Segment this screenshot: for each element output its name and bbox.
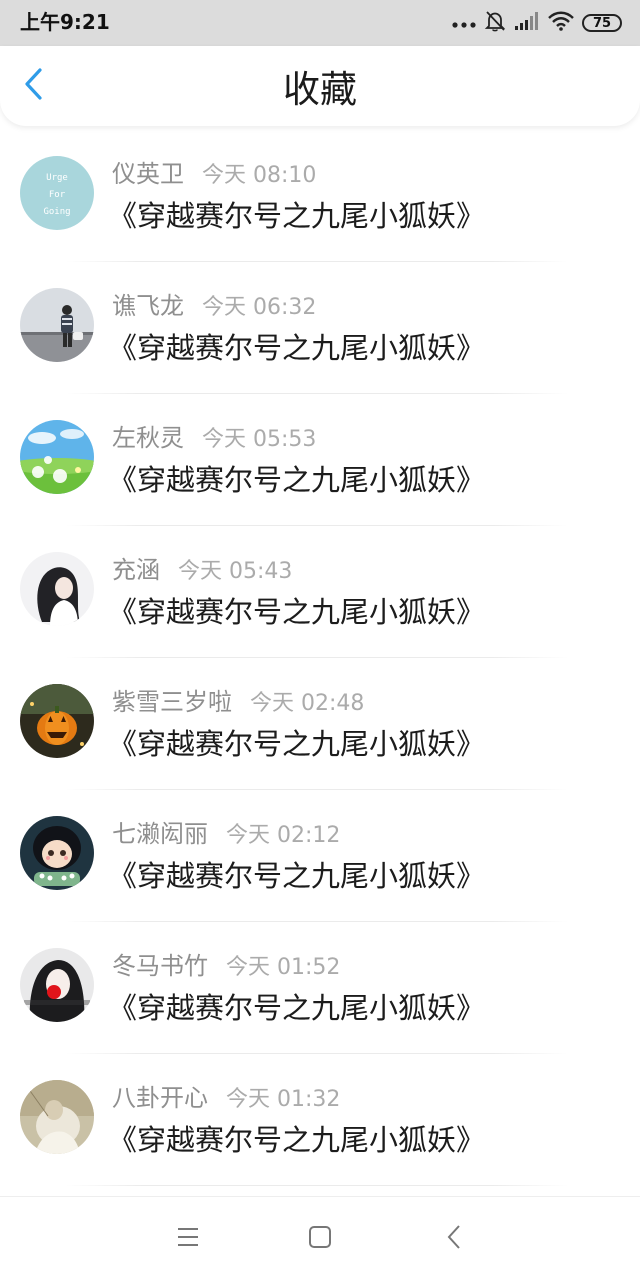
message-text: 《穿越赛尔号之九尾小狐妖》 (108, 463, 486, 497)
timestamp: 今天 01:52 (226, 955, 341, 980)
more-dots-icon (452, 14, 476, 33)
list-item[interactable]: 七濑闳丽 今天 02:12 《穿越赛尔号之九尾小狐妖》 (0, 790, 640, 922)
timestamp: 今天 06:32 (202, 295, 317, 320)
system-nav-bar (0, 1196, 640, 1281)
user-name: 充涵 (112, 556, 160, 584)
list-item[interactable]: 八卦开心 今天 01:32 《穿越赛尔号之九尾小狐妖》 (0, 1054, 640, 1186)
back-triangle-icon (446, 1224, 462, 1254)
home-square-icon (308, 1225, 332, 1253)
message-text: 《穿越赛尔号之九尾小狐妖》 (108, 727, 486, 761)
avatar (20, 816, 94, 890)
timestamp: 今天 05:43 (178, 559, 293, 584)
list-item[interactable]: 充涵 今天 05:43 《穿越赛尔号之九尾小狐妖》 (0, 526, 640, 658)
favorites-list: Urge For Going 仪英卫 今天 08:10 《穿越赛尔号之九尾小狐妖… (0, 130, 640, 1186)
message-text: 《穿越赛尔号之九尾小狐妖》 (108, 595, 486, 629)
status-time: 上午9:21 (20, 10, 110, 34)
list-item[interactable]: Urge For Going 仪英卫 今天 08:10 《穿越赛尔号之九尾小狐妖… (0, 130, 640, 262)
user-name: 八卦开心 (112, 1084, 208, 1112)
list-item[interactable]: 冬马书竹 今天 01:52 《穿越赛尔号之九尾小狐妖》 (0, 922, 640, 1054)
avatar (20, 288, 94, 362)
user-name: 冬马书竹 (112, 952, 208, 980)
header: 收藏 (0, 46, 640, 126)
timestamp: 今天 02:12 (226, 823, 341, 848)
message-text: 《穿越赛尔号之九尾小狐妖》 (108, 1123, 486, 1157)
avatar (20, 948, 94, 1022)
page-title: 收藏 (283, 68, 357, 111)
battery-level: 75 (592, 15, 612, 31)
message-text: 《穿越赛尔号之九尾小狐妖》 (108, 991, 486, 1025)
list-item[interactable]: 紫雪三岁啦 今天 02:48 《穿越赛尔号之九尾小狐妖》 (0, 658, 640, 790)
menu-button[interactable] (172, 1223, 204, 1255)
back-nav-button[interactable] (438, 1223, 470, 1255)
user-name: 仪英卫 (112, 160, 184, 188)
user-name: 七濑闳丽 (112, 820, 208, 848)
signal-icon (514, 11, 540, 35)
timestamp: 今天 08:10 (202, 163, 317, 188)
user-name: 紫雪三岁啦 (112, 688, 232, 716)
timestamp: 今天 02:48 (250, 691, 365, 716)
home-button[interactable] (304, 1223, 336, 1255)
list-item[interactable]: 谯飞龙 今天 06:32 《穿越赛尔号之九尾小狐妖》 (0, 262, 640, 394)
message-text: 《穿越赛尔号之九尾小狐妖》 (108, 199, 486, 233)
user-name: 左秋灵 (112, 424, 184, 452)
wifi-icon (548, 11, 574, 35)
avatar-text: Going (43, 207, 70, 217)
avatar: Urge For Going (20, 156, 94, 230)
avatar (20, 552, 94, 626)
status-icons: 75 (452, 10, 622, 36)
mute-bell-icon (484, 10, 506, 36)
avatar (20, 420, 94, 494)
user-name: 谯飞龙 (112, 292, 184, 320)
status-bar: 上午9:21 75 (0, 0, 640, 46)
battery-icon: 75 (582, 14, 622, 32)
timestamp: 今天 05:53 (202, 427, 317, 452)
message-text: 《穿越赛尔号之九尾小狐妖》 (108, 331, 486, 365)
avatar-text: For (49, 190, 66, 200)
list-item[interactable]: 左秋灵 今天 05:53 《穿越赛尔号之九尾小狐妖》 (0, 394, 640, 526)
message-text: 《穿越赛尔号之九尾小狐妖》 (108, 859, 486, 893)
avatar-text: Urge (46, 173, 68, 183)
avatar (20, 1080, 94, 1154)
avatar (20, 684, 94, 758)
timestamp: 今天 01:32 (226, 1087, 341, 1112)
menu-icon (176, 1226, 200, 1252)
